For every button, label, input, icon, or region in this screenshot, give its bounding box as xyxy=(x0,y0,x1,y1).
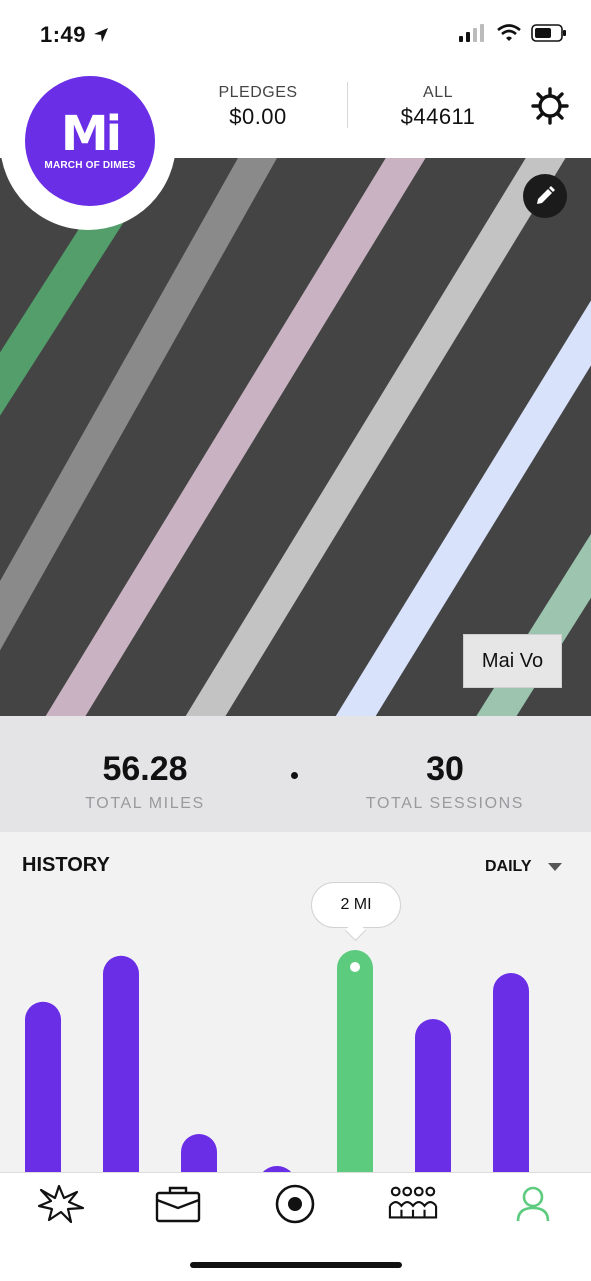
pledges-stat[interactable]: PLEDGES $0.00 xyxy=(210,84,306,130)
total-miles: 56.28 TOTAL MILES xyxy=(80,750,210,813)
record-icon xyxy=(275,1184,315,1224)
tab-profile[interactable] xyxy=(508,1182,558,1226)
team-icon xyxy=(388,1186,438,1219)
wifi-icon xyxy=(497,24,521,41)
burst-icon xyxy=(37,1184,85,1224)
tab-teams[interactable] xyxy=(388,1182,438,1226)
briefcase-icon xyxy=(155,1186,201,1223)
logo-mark: Mi xyxy=(60,106,122,162)
cellular-signal-icon xyxy=(459,24,484,42)
edit-banner-button[interactable] xyxy=(523,174,567,218)
total-sessions-label: TOTAL SESSIONS xyxy=(365,795,525,812)
clock-text: 1:49 xyxy=(40,22,87,47)
totals-separator-dot xyxy=(291,772,298,779)
tab-briefcase[interactable] xyxy=(153,1182,203,1226)
status-bar: 1:49 xyxy=(0,0,591,66)
location-arrow-icon xyxy=(93,28,108,42)
settings-gear-icon[interactable] xyxy=(530,86,570,126)
period-dropdown[interactable]: DAILY xyxy=(485,858,532,876)
total-miles-value: 56.28 xyxy=(102,750,188,788)
all-value: $44611 xyxy=(400,104,476,129)
logo-text: MARCH OF DIMES xyxy=(44,160,136,171)
user-name-tag: Mai Vo xyxy=(463,634,562,688)
history-title: HISTORY xyxy=(22,854,110,876)
tab-record[interactable] xyxy=(270,1182,320,1226)
pledges-label: PLEDGES xyxy=(218,84,298,101)
header-divider xyxy=(347,82,348,128)
dropdown-caret-icon[interactable] xyxy=(548,863,562,871)
total-miles-label: TOTAL MILES xyxy=(85,795,205,812)
status-time: 1:49 xyxy=(40,22,109,48)
total-sessions: 30 TOTAL SESSIONS xyxy=(360,750,530,813)
chart-bar[interactable] xyxy=(493,973,529,1180)
all-label: ALL xyxy=(423,84,453,101)
profile-icon xyxy=(516,1186,550,1222)
pencil-icon xyxy=(537,186,555,204)
totals-wave-edge xyxy=(0,826,591,832)
all-stat[interactable]: ALL $44611 xyxy=(392,84,484,130)
total-sessions-value: 30 xyxy=(426,750,464,788)
march-of-dimes-logo[interactable]: Mi MARCH OF DIMES xyxy=(25,76,155,206)
pledges-value: $0.00 xyxy=(229,104,287,129)
stripe-pattern xyxy=(0,158,591,716)
chart-bar[interactable] xyxy=(103,955,139,1180)
selected-bar-marker xyxy=(350,962,360,972)
chart-bar[interactable] xyxy=(415,1019,451,1180)
profile-banner xyxy=(0,158,591,716)
battery-icon xyxy=(531,24,566,42)
chart-bar[interactable] xyxy=(25,1001,61,1180)
tab-challenges[interactable] xyxy=(36,1182,86,1226)
chart-bar-selected[interactable] xyxy=(337,950,373,1180)
history-bar-chart xyxy=(25,950,529,1180)
home-indicator xyxy=(190,1262,402,1268)
